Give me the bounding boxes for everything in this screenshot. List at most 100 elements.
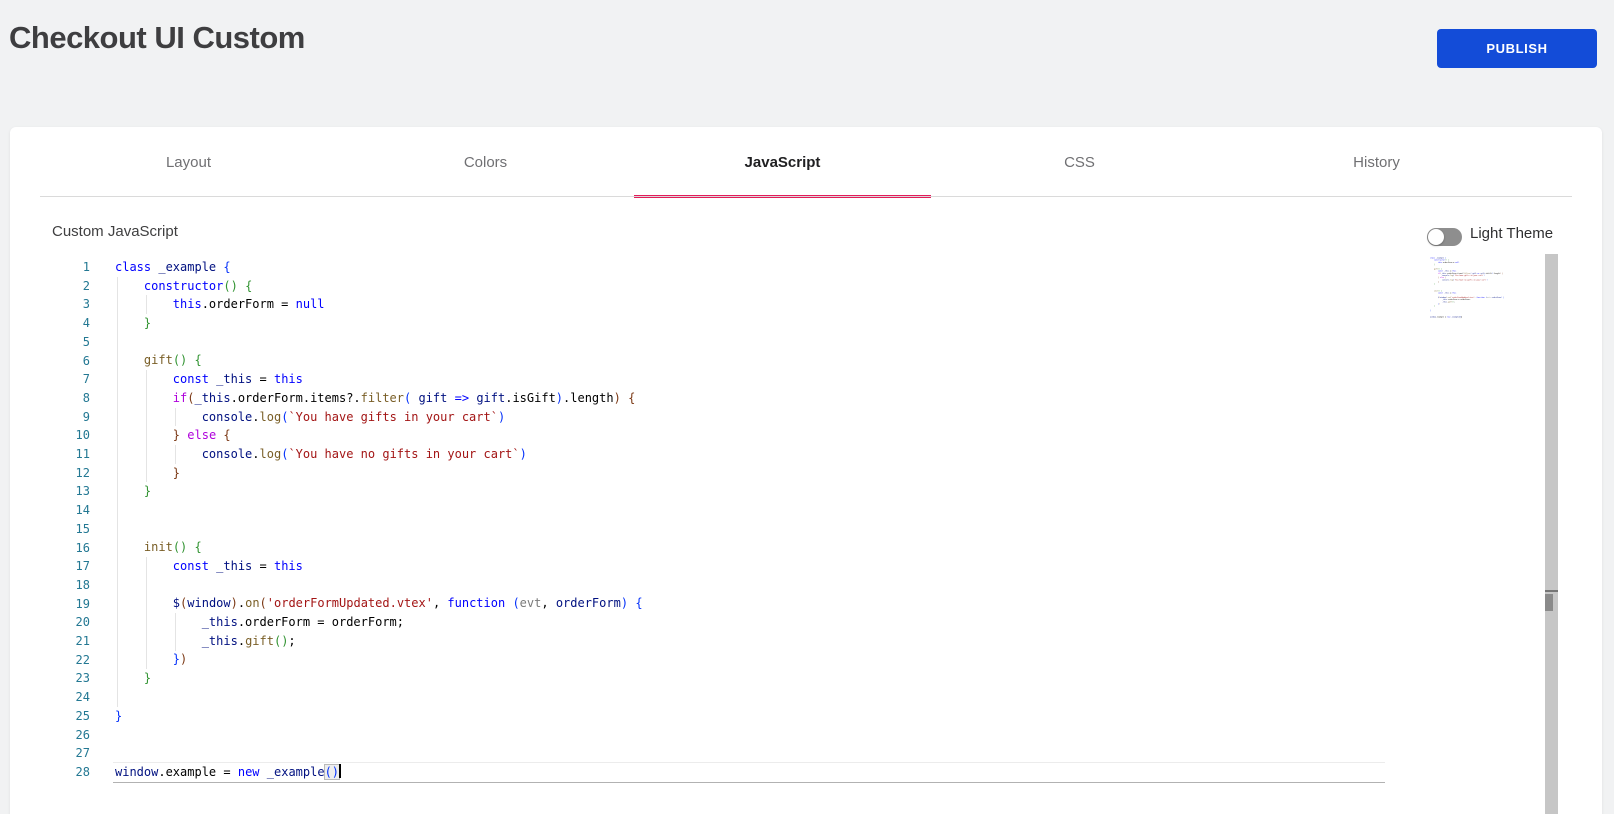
code-token: ) bbox=[498, 410, 505, 424]
code-line[interactable]: } bbox=[115, 669, 643, 688]
line-number-gutter: 1234567891011121314151617181920212223242… bbox=[10, 258, 90, 782]
code-token: ( bbox=[260, 596, 267, 610]
code-line[interactable]: } bbox=[115, 314, 643, 333]
minimap-glyph: window.example = new _example() bbox=[1430, 316, 1504, 318]
code-token: () bbox=[173, 353, 187, 367]
code-editor[interactable]: 1234567891011121314151617181920212223242… bbox=[10, 252, 1602, 814]
code-token: log bbox=[260, 410, 282, 424]
code-line[interactable]: console.log(`You have gifts in your cart… bbox=[115, 408, 643, 427]
code-token bbox=[115, 540, 144, 554]
code-line[interactable]: const _this = this bbox=[115, 557, 643, 576]
code-token: _this bbox=[202, 615, 238, 629]
minimap-glyph: ) bbox=[1484, 275, 1485, 277]
line-number: 11 bbox=[10, 445, 90, 464]
line-number: 25 bbox=[10, 707, 90, 726]
tab-javascript[interactable]: JavaScript bbox=[634, 127, 931, 197]
line-number: 24 bbox=[10, 688, 90, 707]
code-token bbox=[115, 596, 173, 610]
line-number: 8 bbox=[10, 389, 90, 408]
code-line[interactable]: } bbox=[115, 482, 643, 501]
code-line[interactable]: } bbox=[115, 464, 643, 483]
tab-layout[interactable]: Layout bbox=[40, 127, 337, 197]
line-number: 21 bbox=[10, 632, 90, 651]
code-token: () bbox=[223, 279, 237, 293]
code-line[interactable]: ​ bbox=[115, 688, 643, 707]
minimap-glyph: `You have no gifts in your cart` bbox=[1454, 279, 1486, 281]
code-token: 'orderFormUpdated.vtex' bbox=[267, 596, 433, 610]
code-token: if bbox=[173, 391, 187, 405]
code-token bbox=[115, 372, 173, 386]
code-token bbox=[115, 559, 173, 573]
code-token bbox=[115, 391, 173, 405]
code-token: .isGift bbox=[505, 391, 556, 405]
code-line[interactable]: } else { bbox=[115, 426, 643, 445]
code-line[interactable]: ​ bbox=[115, 520, 643, 539]
code-line[interactable]: const _this = this bbox=[115, 370, 643, 389]
code-line[interactable]: this.orderForm = null bbox=[115, 295, 643, 314]
code-line[interactable]: $(window).on('orderFormUpdated.vtex', fu… bbox=[115, 594, 643, 613]
code-token: ) bbox=[231, 596, 238, 610]
tab-css[interactable]: CSS bbox=[931, 127, 1228, 197]
line-number: 3 bbox=[10, 295, 90, 314]
code-token bbox=[115, 428, 173, 442]
code-token: () bbox=[173, 540, 187, 554]
publish-button[interactable]: PUBLISH bbox=[1437, 29, 1597, 68]
code-token: } bbox=[173, 428, 180, 442]
code-line[interactable]: if(_this.orderForm.items?.filter( gift =… bbox=[115, 389, 643, 408]
code-line[interactable]: init() { bbox=[115, 538, 643, 557]
code-line[interactable]: window.example = new _example() bbox=[115, 763, 643, 782]
code-token bbox=[260, 765, 267, 779]
code-token: null bbox=[296, 297, 325, 311]
code-line[interactable]: ​ bbox=[115, 744, 643, 763]
minimap-glyph: .length bbox=[1493, 273, 1500, 275]
code-token: . bbox=[238, 634, 245, 648]
code-line[interactable]: }) bbox=[115, 650, 643, 669]
code-token: . bbox=[252, 410, 259, 424]
tab-colors[interactable]: Colors bbox=[337, 127, 634, 197]
minimap-glyph: } bbox=[1434, 283, 1435, 285]
code-line[interactable]: constructor() { bbox=[115, 277, 643, 296]
tab-history[interactable]: History bbox=[1228, 127, 1525, 197]
code-line[interactable]: console.log(`You have no gifts in your c… bbox=[115, 445, 643, 464]
code-line[interactable]: ​ bbox=[115, 725, 643, 744]
minimap-glyph: `You have gifts in your cart` bbox=[1454, 275, 1483, 277]
light-theme-label: Light Theme bbox=[1470, 225, 1553, 242]
code-token: } bbox=[144, 316, 151, 330]
line-number: 14 bbox=[10, 501, 90, 520]
code-content[interactable]: class _example { constructor() { this.or… bbox=[115, 258, 643, 781]
code-line[interactable]: ​ bbox=[115, 501, 643, 520]
minimap-glyph: { bbox=[1502, 273, 1503, 275]
minimap-glyph: function bbox=[1477, 297, 1485, 299]
minimap-glyph: } bbox=[1434, 264, 1435, 266]
code-line[interactable]: _this.orderForm = orderForm; bbox=[115, 613, 643, 632]
code-token bbox=[238, 279, 245, 293]
code-line[interactable]: gift() { bbox=[115, 351, 643, 370]
line-number: 13 bbox=[10, 482, 90, 501]
minimap-glyph: console bbox=[1442, 279, 1449, 281]
code-line[interactable]: class _example { bbox=[115, 258, 643, 277]
code-token: `You have no gifts in your cart` bbox=[288, 447, 519, 461]
code-token: ; bbox=[288, 634, 295, 648]
code-token: ) bbox=[520, 447, 527, 461]
code-token: init bbox=[144, 540, 173, 554]
line-number: 20 bbox=[10, 613, 90, 632]
line-number: 7 bbox=[10, 370, 90, 389]
line-number: 19 bbox=[10, 595, 90, 614]
code-token: console bbox=[202, 447, 253, 461]
code-token: orderForm bbox=[556, 596, 621, 610]
code-line[interactable]: } bbox=[115, 707, 643, 726]
code-token: _this bbox=[216, 372, 252, 386]
code-content[interactable]: class _example { constructor() { this.or… bbox=[1430, 257, 1504, 318]
code-line[interactable]: ​ bbox=[115, 576, 643, 595]
code-line[interactable]: ​ bbox=[115, 333, 643, 352]
minimap-glyph: .example = bbox=[1436, 316, 1447, 318]
minimap-glyph bbox=[1430, 292, 1438, 294]
scrollbar-thumb[interactable] bbox=[1545, 594, 1553, 611]
code-line[interactable]: _this.gift(); bbox=[115, 632, 643, 651]
code-token: filter bbox=[361, 391, 404, 405]
editor-scrollbar[interactable] bbox=[1545, 254, 1558, 814]
minimap[interactable]: class _example { constructor() { this.or… bbox=[1430, 257, 1540, 347]
light-theme-toggle[interactable] bbox=[1427, 228, 1462, 246]
line-number: 15 bbox=[10, 520, 90, 539]
code-token: } bbox=[173, 466, 180, 480]
